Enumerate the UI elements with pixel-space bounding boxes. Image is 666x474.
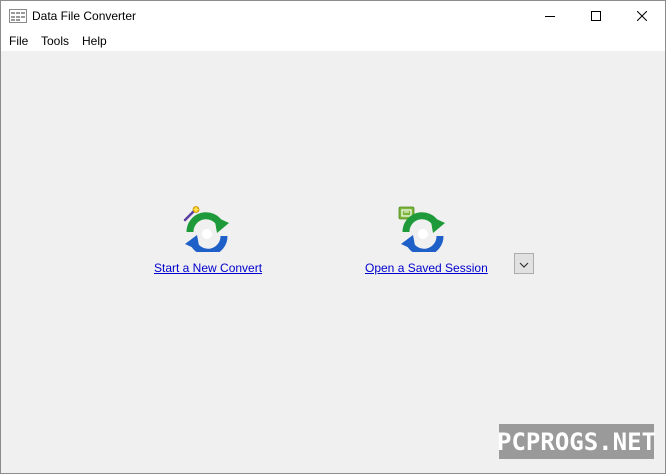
app-window: Data File Converter File Tools Help Star… [0,0,666,474]
session-dropdown-button[interactable] [514,253,534,274]
convert-session-icon[interactable] [397,206,449,256]
close-icon [636,10,648,24]
client-area [1,51,665,473]
menu-bar: File Tools Help [1,32,665,51]
minimize-icon [545,10,555,24]
window-title: Data File Converter [32,9,137,23]
title-bar[interactable]: Data File Converter [1,1,665,32]
maximize-icon [591,10,601,24]
chevron-down-icon [519,257,529,271]
convert-wand-icon[interactable] [181,206,233,256]
open-saved-session-link[interactable]: Open a Saved Session [365,261,488,275]
close-button[interactable] [619,1,665,32]
menu-help[interactable]: Help [82,34,107,48]
menu-tools[interactable]: Tools [41,34,69,48]
minimize-button[interactable] [527,1,573,32]
maximize-button[interactable] [573,1,619,32]
watermark: PCPROGS.NET [497,424,656,459]
menu-file[interactable]: File [9,34,28,48]
start-new-convert-link[interactable]: Start a New Convert [154,261,262,275]
app-icon [9,8,27,24]
